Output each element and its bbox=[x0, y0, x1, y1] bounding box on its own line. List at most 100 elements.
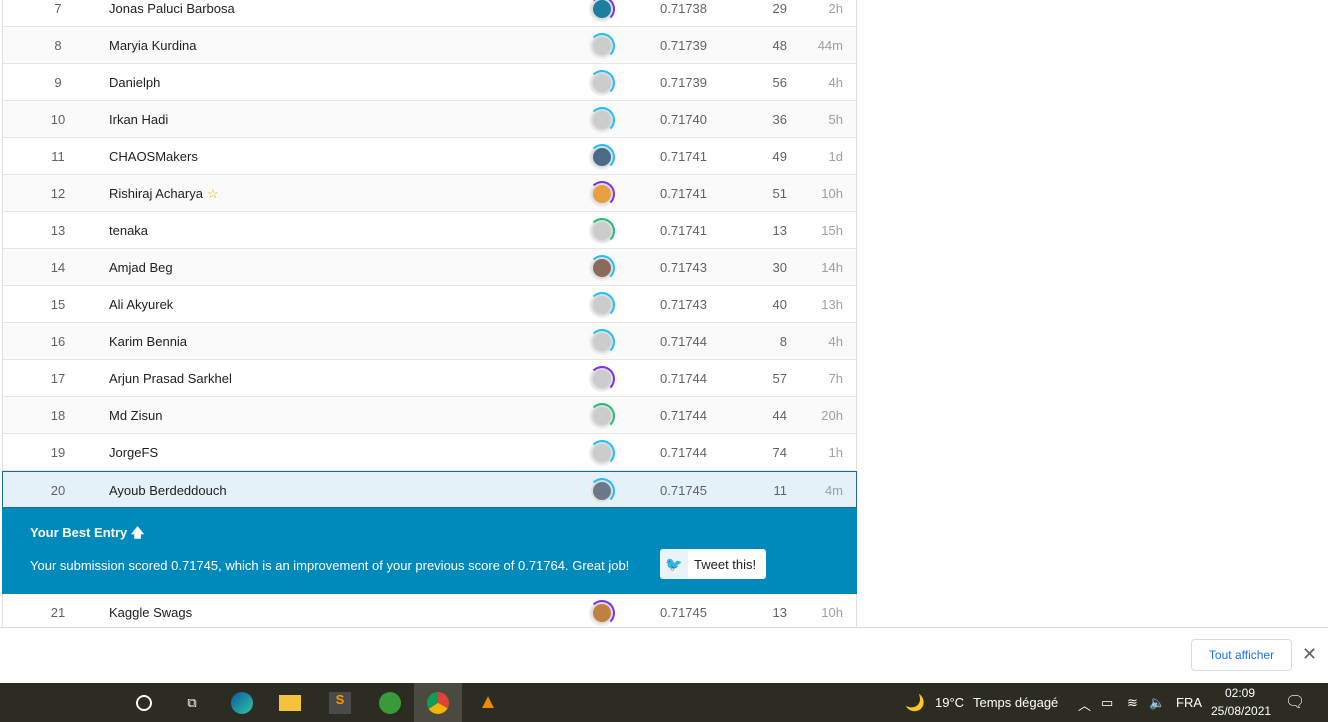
team-name[interactable]: Rishiraj Acharya ☆ bbox=[109, 186, 219, 202]
clock-time[interactable]: 02:09 bbox=[1225, 686, 1255, 700]
avatar[interactable] bbox=[589, 33, 615, 59]
rank: 8 bbox=[54, 38, 62, 53]
team-name[interactable]: Arjun Prasad Sarkhel bbox=[109, 371, 232, 386]
team-name-text[interactable]: CHAOSMakers bbox=[109, 149, 198, 164]
avatar[interactable] bbox=[589, 292, 615, 318]
clock-date[interactable]: 25/08/2021 bbox=[1211, 704, 1271, 718]
team-name[interactable]: Maryia Kurdina bbox=[109, 38, 196, 53]
avatar[interactable] bbox=[589, 478, 615, 504]
chevron-up-icon[interactable]: ︿ bbox=[1078, 695, 1091, 714]
team-name-text[interactable]: tenaka bbox=[109, 223, 148, 238]
avatar[interactable] bbox=[589, 440, 615, 466]
score: 0.71741 bbox=[660, 186, 707, 201]
rank: 17 bbox=[50, 371, 66, 386]
edge-icon[interactable] bbox=[218, 683, 266, 722]
team-name[interactable]: Ali Akyurek bbox=[109, 297, 173, 312]
avatar[interactable] bbox=[589, 329, 615, 355]
last-submission: 4m bbox=[824, 483, 843, 498]
team-name-text[interactable]: Karim Bennia bbox=[109, 334, 187, 349]
team-name-text[interactable]: Jonas Paluci Barbosa bbox=[109, 1, 235, 16]
app-globe-icon[interactable] bbox=[366, 683, 414, 722]
rank: 21 bbox=[50, 605, 66, 620]
team-name-text[interactable]: Arjun Prasad Sarkhel bbox=[109, 371, 232, 386]
taskbar: ⧉ S ▲ 🌙 19°C Temps dégagé ︿ ▭ ≋ 🔈 FRA 02… bbox=[0, 683, 1328, 722]
weather-text[interactable]: Temps dégagé bbox=[973, 695, 1058, 710]
avatar[interactable] bbox=[589, 600, 615, 626]
avatar[interactable] bbox=[589, 403, 615, 429]
team-name[interactable]: Karim Bennia bbox=[109, 334, 187, 349]
chrome-icon[interactable] bbox=[414, 683, 462, 722]
leaderboard-row[interactable]: 16 Karim Bennia 0.71744 8 4h bbox=[3, 323, 856, 360]
team-name[interactable]: Kaggle Swags bbox=[109, 605, 192, 620]
team-name[interactable]: Amjad Beg bbox=[109, 260, 173, 275]
team-name-text[interactable]: Md Zisun bbox=[109, 408, 162, 423]
leaderboard-row[interactable]: 14 Amjad Beg 0.71743 30 14h bbox=[3, 249, 856, 286]
score: 0.71744 bbox=[660, 334, 707, 349]
avatar[interactable] bbox=[589, 255, 615, 281]
last-submission: 10h bbox=[821, 605, 843, 620]
rank: 11 bbox=[51, 149, 65, 164]
leaderboard-row[interactable]: 17 Arjun Prasad Sarkhel 0.71744 57 7h bbox=[3, 360, 856, 397]
team-name[interactable]: Irkan Hadi bbox=[109, 112, 168, 127]
team-name-text[interactable]: Ali Akyurek bbox=[109, 297, 173, 312]
score: 0.71744 bbox=[660, 371, 707, 386]
avatar[interactable] bbox=[589, 107, 615, 133]
entries-count: 56 bbox=[772, 75, 787, 90]
team-name-text[interactable]: Irkan Hadi bbox=[109, 112, 168, 127]
team-name-text[interactable]: Rishiraj Acharya bbox=[109, 186, 203, 201]
team-name[interactable]: tenaka bbox=[109, 223, 148, 238]
team-name[interactable]: Md Zisun bbox=[109, 408, 162, 423]
wifi-icon[interactable]: ≋ bbox=[1127, 695, 1138, 711]
leaderboard-row[interactable]: 21 Kaggle Swags 0.71745 13 10h bbox=[3, 594, 856, 627]
task-view-icon[interactable]: ⧉ bbox=[168, 683, 216, 722]
last-submission: 13h bbox=[821, 297, 843, 312]
avatar[interactable] bbox=[589, 144, 615, 170]
score: 0.71741 bbox=[660, 223, 707, 238]
leaderboard-row[interactable]: 13 tenaka 0.71741 13 15h bbox=[3, 212, 856, 249]
avatar[interactable] bbox=[589, 70, 615, 96]
avatar[interactable] bbox=[589, 181, 615, 207]
score: 0.71739 bbox=[660, 38, 707, 53]
vlc-icon[interactable]: ▲ bbox=[464, 683, 512, 722]
close-icon[interactable]: ✕ bbox=[1302, 644, 1317, 665]
leaderboard-row[interactable]: 8 Maryia Kurdina 0.71739 48 44m bbox=[3, 27, 856, 64]
team-name[interactable]: Ayoub Berdeddouch bbox=[109, 483, 227, 498]
leaderboard-row[interactable]: 11 CHAOSMakers 0.71741 49 1d bbox=[3, 138, 856, 175]
score: 0.71741 bbox=[660, 149, 707, 164]
team-name[interactable]: Jonas Paluci Barbosa bbox=[109, 1, 235, 16]
tweet-label[interactable]: Tweet this! bbox=[688, 557, 756, 572]
score: 0.71740 bbox=[660, 112, 707, 127]
team-name-text[interactable]: Maryia Kurdina bbox=[109, 38, 196, 53]
team-name[interactable]: Danielph bbox=[109, 75, 160, 90]
volume-icon[interactable]: 🔈 bbox=[1149, 695, 1165, 711]
leaderboard-row[interactable]: 20 Ayoub Berdeddouch 0.71745 11 4m bbox=[2, 471, 857, 508]
language-indicator[interactable]: FRA bbox=[1176, 695, 1202, 710]
leaderboard-row[interactable]: 7 Jonas Paluci Barbosa 0.71738 29 2h bbox=[3, 0, 856, 27]
search-circle-icon[interactable] bbox=[120, 683, 168, 722]
leaderboard-row[interactable]: 12 Rishiraj Acharya ☆ 0.71741 51 10h bbox=[3, 175, 856, 212]
leaderboard-row[interactable]: 10 Irkan Hadi 0.71740 36 5h bbox=[3, 101, 856, 138]
team-name-text[interactable]: JorgeFS bbox=[109, 445, 158, 460]
file-explorer-icon[interactable] bbox=[266, 683, 314, 722]
leaderboard-row[interactable]: 19 JorgeFS 0.71744 74 1h bbox=[3, 434, 856, 471]
avatar[interactable] bbox=[589, 366, 615, 392]
team-name-text[interactable]: Danielph bbox=[109, 75, 160, 90]
avatar[interactable] bbox=[589, 0, 615, 22]
team-name[interactable]: JorgeFS bbox=[109, 445, 158, 460]
leaderboard-row[interactable]: 9 Danielph 0.71739 56 4h bbox=[3, 64, 856, 101]
notifications-icon[interactable]: 🗨 bbox=[1285, 692, 1305, 712]
team-name[interactable]: CHAOSMakers bbox=[109, 149, 198, 164]
team-name-text[interactable]: Kaggle Swags bbox=[109, 605, 192, 620]
last-submission: 4h bbox=[828, 334, 843, 349]
last-submission: 10h bbox=[821, 186, 843, 201]
show-all-button[interactable]: Tout afficher bbox=[1191, 639, 1292, 671]
team-name-text[interactable]: Ayoub Berdeddouch bbox=[109, 483, 227, 498]
tweet-button[interactable]: 🐦 Tweet this! bbox=[660, 549, 766, 579]
sublime-text-icon[interactable]: S bbox=[316, 683, 364, 722]
team-name-text[interactable]: Amjad Beg bbox=[109, 260, 173, 275]
leaderboard-row[interactable]: 15 Ali Akyurek 0.71743 40 13h bbox=[3, 286, 856, 323]
weather-temp[interactable]: 19°C bbox=[935, 695, 964, 710]
avatar[interactable] bbox=[589, 218, 615, 244]
leaderboard-row[interactable]: 18 Md Zisun 0.71744 44 20h bbox=[3, 397, 856, 434]
battery-icon[interactable]: ▭ bbox=[1101, 695, 1113, 711]
